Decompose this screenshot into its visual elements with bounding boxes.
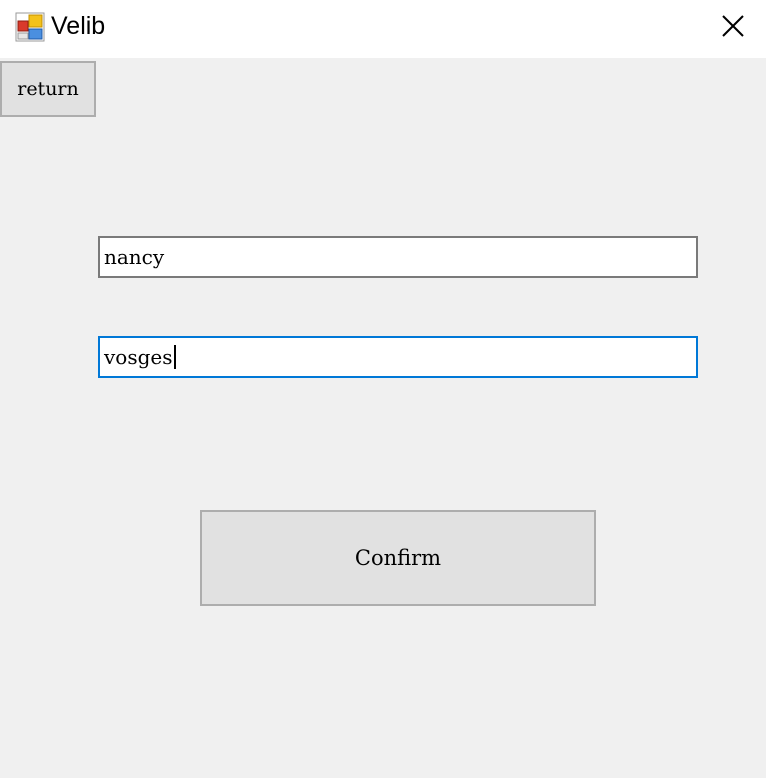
app-window-icon — [15, 12, 45, 42]
city-input[interactable]: nancy — [98, 236, 698, 278]
confirm-button[interactable]: Confirm — [200, 510, 596, 606]
close-button[interactable] — [700, 0, 766, 52]
street-input[interactable]: vosges — [98, 336, 698, 378]
street-input-value: vosges — [104, 345, 173, 369]
return-button[interactable]: return — [0, 61, 96, 117]
title-bar: Velib — [0, 0, 766, 58]
form-area: return nancy vosges Confirm — [0, 58, 766, 778]
text-caret — [173, 344, 176, 369]
close-icon — [722, 15, 744, 37]
window-title: Velib — [51, 12, 106, 40]
city-input-value: nancy — [104, 245, 165, 269]
